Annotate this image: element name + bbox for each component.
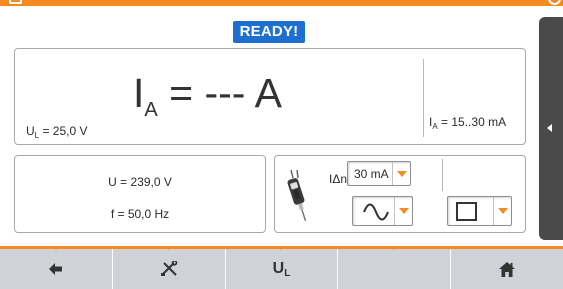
status-badge: READY! (233, 21, 305, 43)
sine-wave-icon (363, 203, 389, 221)
bottom-nav: UL (0, 246, 563, 289)
idn-dropdown-value: 30 mA (354, 167, 389, 181)
top-status-bar (0, 0, 563, 6)
ul-symbol: U (26, 124, 35, 138)
settings-divider (442, 159, 443, 191)
trip-current-range-label: IA = 15..30 mA (429, 115, 506, 131)
waveform-dropdown[interactable] (352, 196, 413, 226)
main-result: IA = --- A (133, 71, 282, 132)
ul-value: = 25,0 V (42, 124, 88, 138)
idn-dropdown-arrow[interactable] (392, 162, 410, 185)
rcd-type-dropdown[interactable] (447, 196, 512, 226)
result-symbol: I (133, 70, 145, 116)
contact-voltage-label: UL = 25,0 V (26, 124, 88, 140)
chevron-down-icon (399, 208, 409, 214)
empty-nav-button[interactable] (338, 246, 452, 289)
frequency-reading: f = 50,0 Hz (110, 207, 170, 221)
ul-subscript: L (34, 131, 40, 140)
square-icon (456, 202, 477, 221)
clock-icon (548, 0, 561, 5)
settings-button[interactable] (113, 246, 226, 289)
idn-label: IΔn (329, 172, 348, 186)
waveform-dropdown-arrow[interactable] (394, 197, 412, 225)
ul-button-symbol: U (272, 259, 285, 277)
rcd-type-dropdown-arrow[interactable] (493, 197, 511, 225)
ia-value: = 15..30 mA (441, 115, 507, 129)
idn-dropdown[interactable]: 30 mA (347, 161, 411, 186)
ul-button-label: UL (273, 260, 291, 279)
ul-button-subscript: L (284, 267, 291, 279)
nav-notch (164, 246, 173, 250)
chevron-down-icon (498, 208, 508, 214)
home-button[interactable] (451, 249, 563, 289)
side-panel-tab[interactable] (539, 17, 563, 240)
ul-button[interactable]: UL (226, 246, 339, 289)
measurement-panel: U = 239,0 V f = 50,0 Hz (14, 155, 266, 233)
tools-icon (160, 261, 177, 276)
home-icon (499, 261, 516, 277)
result-value: = --- A (169, 70, 282, 116)
chevron-down-icon (397, 171, 407, 177)
nav-notch (390, 246, 399, 250)
result-divider (423, 59, 424, 137)
nav-notch (277, 246, 286, 250)
settings-panel: IΔn 30 mA (274, 155, 526, 233)
ia-subscript: A (432, 122, 438, 131)
result-panel: IA = --- A UL = 25,0 V IA = 15..30 mA (14, 48, 526, 145)
result-subscript: A (144, 99, 158, 121)
chevron-left-icon (547, 124, 552, 132)
voltage-reading: U = 239,0 V (108, 175, 172, 189)
nav-notch (51, 246, 60, 250)
battery-icon (9, 0, 22, 4)
rcd-plug-icon (287, 169, 307, 222)
back-button[interactable] (0, 246, 113, 289)
arrow-left-icon (48, 263, 62, 275)
